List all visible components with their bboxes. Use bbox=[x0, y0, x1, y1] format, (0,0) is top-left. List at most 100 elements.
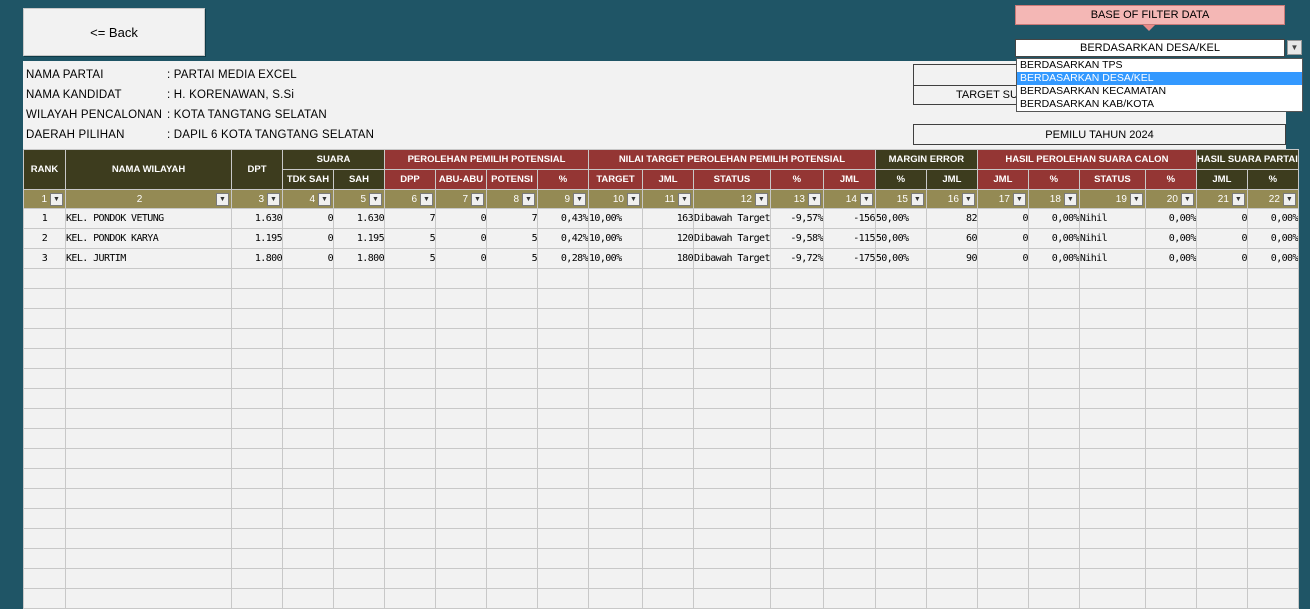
empty-cell[interactable] bbox=[1078, 468, 1146, 489]
empty-cell[interactable] bbox=[384, 288, 436, 309]
empty-cell[interactable] bbox=[23, 368, 66, 389]
table-cell[interactable]: 2 bbox=[23, 228, 66, 249]
empty-cell[interactable] bbox=[333, 468, 385, 489]
empty-cell[interactable] bbox=[1246, 508, 1299, 529]
empty-cell[interactable] bbox=[537, 488, 589, 509]
filter-dropdown-icon[interactable]: ▼ bbox=[1231, 192, 1245, 206]
empty-cell[interactable] bbox=[1144, 288, 1197, 309]
empty-cell[interactable] bbox=[874, 408, 927, 429]
table-cell[interactable]: 1.195 bbox=[333, 228, 385, 249]
filter-dropdown-icon[interactable]: ▼ bbox=[1282, 192, 1296, 206]
filter-select[interactable]: BERDASARKAN DESA/KEL bbox=[1015, 39, 1285, 57]
empty-cell[interactable] bbox=[976, 348, 1029, 369]
empty-cell[interactable] bbox=[769, 448, 824, 469]
empty-cell[interactable] bbox=[23, 488, 66, 509]
table-cell[interactable]: Dibawah Target bbox=[693, 208, 771, 229]
empty-cell[interactable] bbox=[693, 488, 771, 509]
empty-cell[interactable] bbox=[486, 488, 538, 509]
empty-cell[interactable] bbox=[435, 308, 487, 329]
empty-cell[interactable] bbox=[1078, 368, 1146, 389]
empty-cell[interactable] bbox=[1027, 388, 1080, 409]
filter-dropdown-icon[interactable]: ▼ bbox=[1129, 192, 1143, 206]
empty-cell[interactable] bbox=[976, 428, 1029, 449]
empty-cell[interactable] bbox=[384, 588, 436, 609]
empty-cell[interactable] bbox=[642, 388, 694, 409]
empty-cell[interactable] bbox=[976, 448, 1029, 469]
filter-dropdown-icon[interactable]: ▼ bbox=[1012, 192, 1026, 206]
empty-cell[interactable] bbox=[23, 388, 66, 409]
empty-cell[interactable] bbox=[65, 388, 232, 409]
table-cell[interactable]: Dibawah Target bbox=[693, 248, 771, 269]
empty-cell[interactable] bbox=[874, 308, 927, 329]
filter-dropdown-icon[interactable]: ▼ bbox=[573, 192, 586, 206]
table-cell[interactable]: 163 bbox=[642, 208, 694, 229]
empty-cell[interactable] bbox=[333, 448, 385, 469]
empty-cell[interactable] bbox=[588, 568, 643, 589]
filter-dropdown-icon[interactable]: ▼ bbox=[369, 192, 382, 206]
empty-cell[interactable] bbox=[925, 328, 978, 349]
empty-cell[interactable] bbox=[1246, 368, 1299, 389]
empty-cell[interactable] bbox=[282, 548, 334, 569]
empty-cell[interactable] bbox=[976, 548, 1029, 569]
empty-cell[interactable] bbox=[486, 288, 538, 309]
empty-cell[interactable] bbox=[537, 568, 589, 589]
empty-cell[interactable] bbox=[282, 588, 334, 609]
filter-option-tps[interactable]: BERDASARKAN TPS bbox=[1017, 59, 1302, 72]
empty-cell[interactable] bbox=[693, 388, 771, 409]
empty-cell[interactable] bbox=[231, 388, 283, 409]
empty-cell[interactable] bbox=[769, 488, 824, 509]
empty-cell[interactable] bbox=[282, 488, 334, 509]
empty-cell[interactable] bbox=[333, 528, 385, 549]
empty-cell[interactable] bbox=[1144, 448, 1197, 469]
empty-cell[interactable] bbox=[231, 328, 283, 349]
empty-cell[interactable] bbox=[1078, 568, 1146, 589]
table-cell[interactable]: 0 bbox=[1195, 228, 1248, 249]
empty-cell[interactable] bbox=[384, 508, 436, 529]
table-cell[interactable]: 0,00% bbox=[1246, 228, 1299, 249]
empty-cell[interactable] bbox=[333, 308, 385, 329]
empty-cell[interactable] bbox=[282, 288, 334, 309]
empty-cell[interactable] bbox=[23, 508, 66, 529]
empty-cell[interactable] bbox=[23, 588, 66, 609]
empty-cell[interactable] bbox=[384, 408, 436, 429]
empty-cell[interactable] bbox=[1195, 268, 1248, 289]
empty-cell[interactable] bbox=[231, 288, 283, 309]
empty-cell[interactable] bbox=[435, 428, 487, 449]
empty-cell[interactable] bbox=[976, 388, 1029, 409]
empty-cell[interactable] bbox=[588, 328, 643, 349]
empty-cell[interactable] bbox=[333, 428, 385, 449]
table-cell[interactable]: KEL. JURTIM bbox=[65, 248, 232, 269]
empty-cell[interactable] bbox=[23, 528, 66, 549]
empty-cell[interactable] bbox=[925, 548, 978, 569]
empty-cell[interactable] bbox=[925, 488, 978, 509]
empty-cell[interactable] bbox=[486, 528, 538, 549]
empty-cell[interactable] bbox=[769, 548, 824, 569]
empty-cell[interactable] bbox=[384, 428, 436, 449]
empty-cell[interactable] bbox=[435, 588, 487, 609]
empty-cell[interactable] bbox=[282, 368, 334, 389]
empty-cell[interactable] bbox=[1246, 388, 1299, 409]
table-cell[interactable]: 50,00% bbox=[874, 208, 927, 229]
empty-cell[interactable] bbox=[65, 288, 232, 309]
filter-dropdown-icon[interactable]: ▼ bbox=[420, 192, 433, 206]
empty-cell[interactable] bbox=[693, 588, 771, 609]
empty-cell[interactable] bbox=[1144, 508, 1197, 529]
empty-cell[interactable] bbox=[282, 528, 334, 549]
empty-cell[interactable] bbox=[1027, 568, 1080, 589]
empty-cell[interactable] bbox=[1027, 548, 1080, 569]
empty-cell[interactable] bbox=[642, 448, 694, 469]
table-cell[interactable]: -115 bbox=[822, 228, 876, 249]
empty-cell[interactable] bbox=[65, 348, 232, 369]
table-cell[interactable]: 0 bbox=[1195, 208, 1248, 229]
empty-cell[interactable] bbox=[537, 288, 589, 309]
filter-dropdown-icon[interactable]: ▼ bbox=[754, 192, 768, 206]
empty-cell[interactable] bbox=[1195, 448, 1248, 469]
empty-cell[interactable] bbox=[486, 428, 538, 449]
empty-cell[interactable] bbox=[1078, 408, 1146, 429]
empty-cell[interactable] bbox=[1144, 388, 1197, 409]
empty-cell[interactable] bbox=[588, 588, 643, 609]
empty-cell[interactable] bbox=[874, 488, 927, 509]
table-cell[interactable]: 0 bbox=[282, 228, 334, 249]
empty-cell[interactable] bbox=[693, 448, 771, 469]
empty-cell[interactable] bbox=[384, 388, 436, 409]
